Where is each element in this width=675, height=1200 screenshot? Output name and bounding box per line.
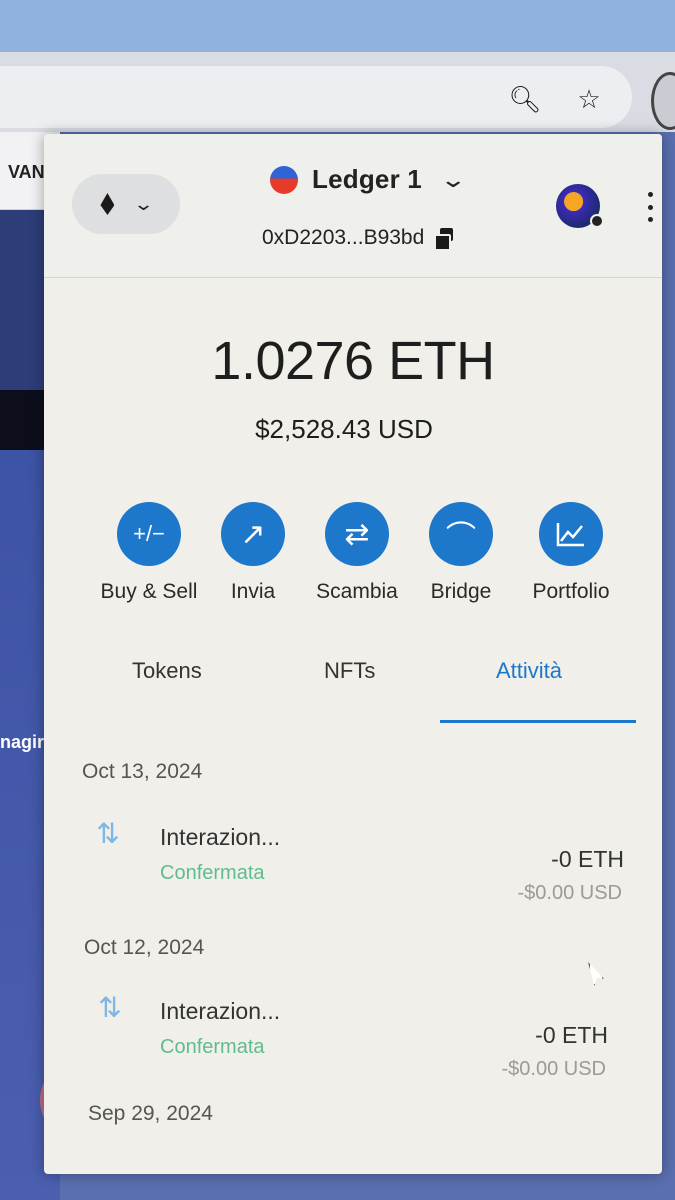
bridge-icon: ⌒ — [429, 502, 493, 566]
token-balance: 1.0276 ETH — [211, 331, 495, 391]
copy-icon[interactable] — [434, 228, 454, 251]
activity-date: Sep 29, 2024 — [88, 1102, 213, 1125]
more-options-icon[interactable] — [646, 192, 654, 222]
transaction-fiat-amount: -$0.00 USD — [501, 1058, 607, 1080]
wallet-popup: ⌄ Ledger 1 ⌄ 0xD2203...B93bd 1.0276 ETH … — [44, 134, 662, 1174]
swap-button[interactable]: ⇄ Scambia — [302, 502, 412, 604]
buy-sell-label: Buy & Sell — [100, 580, 198, 603]
activity-date: Oct 13, 2024 — [82, 760, 203, 783]
account-selector[interactable]: Ledger 1 ⌄ — [270, 164, 467, 195]
chart-icon — [539, 502, 603, 566]
wallet-header: ⌄ Ledger 1 ⌄ 0xD2203...B93bd — [44, 134, 662, 278]
contract-interaction-icon: ⇅ — [96, 818, 120, 849]
chevron-down-icon: ⌄ — [439, 166, 468, 192]
activity-date: Oct 12, 2024 — [84, 936, 205, 959]
account-identicon — [270, 165, 298, 194]
network-selector[interactable]: ⌄ — [72, 174, 180, 234]
ethereum-icon — [100, 193, 115, 215]
tab-activity[interactable]: Attività — [496, 658, 562, 684]
page-header-text: VAN — [8, 162, 45, 182]
transaction-amount: -0 ETH — [551, 846, 624, 872]
magnifier-icon[interactable]: 🔍︎ — [508, 82, 542, 116]
chart-icon-svg — [556, 523, 584, 547]
address-row[interactable]: 0xD2203...B93bd — [262, 226, 454, 251]
transaction-title: Interazion... — [160, 824, 281, 850]
tab-tokens[interactable]: Tokens — [132, 658, 202, 684]
star-icon[interactable]: ☆ — [572, 82, 606, 116]
bridge-button[interactable]: ⌒ Bridge — [406, 502, 516, 604]
plus-minus-icon: +/− — [117, 502, 181, 566]
portfolio-button[interactable]: Portfolio — [516, 502, 626, 604]
page-side-text: nagir — [0, 732, 45, 752]
send-label: Invia — [230, 580, 276, 603]
browser-tab-strip — [0, 0, 675, 52]
transaction-title: Interazion... — [160, 998, 281, 1024]
mouse-cursor-icon — [588, 962, 604, 986]
portfolio-label: Portfolio — [532, 580, 610, 603]
transaction-amount: -0 ETH — [535, 1022, 608, 1048]
swap-arrows-icon: ⇄ — [325, 502, 389, 566]
chevron-down-icon: ⌄ — [133, 193, 155, 214]
transaction-fiat-amount: -$0.00 USD — [517, 882, 623, 904]
connection-status-dot — [590, 214, 604, 228]
swap-label: Scambia — [316, 580, 398, 603]
tab-nfts[interactable]: NFTs — [324, 658, 375, 684]
contract-interaction-icon: ⇅ — [98, 992, 122, 1023]
bridge-label: Bridge — [430, 580, 492, 603]
account-name: Ledger 1 — [312, 164, 422, 194]
arrow-up-right-icon: ↗ — [221, 502, 285, 566]
send-button[interactable]: ↗ Invia — [198, 502, 308, 604]
account-address: 0xD2203...B93bd — [262, 226, 425, 249]
fiat-balance: $2,528.43 USD — [255, 414, 433, 444]
transaction-status: Confermata — [160, 862, 265, 884]
active-tab-indicator — [440, 720, 636, 723]
transaction-status: Confermata — [160, 1036, 265, 1058]
buy-sell-button[interactable]: +/− Buy & Sell — [94, 502, 204, 604]
